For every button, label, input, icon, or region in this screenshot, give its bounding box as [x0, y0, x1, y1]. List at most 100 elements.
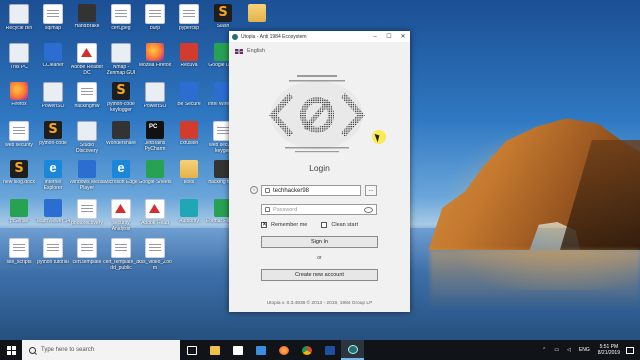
desktop-icon[interactable]: Wondershare [104, 119, 138, 159]
clean-start-box[interactable] [321, 222, 328, 228]
language-label: English [247, 48, 266, 54]
desktop-icon[interactable]: photorecovery [70, 197, 104, 237]
notification-center-icon[interactable] [626, 346, 634, 354]
desktop-icon[interactable]: Internet Explorer [36, 158, 70, 198]
mail-icon [255, 345, 266, 355]
desktop-icon-label: Firefox [11, 102, 27, 107]
desktop-icon[interactable]: Firefox [2, 80, 36, 120]
desktop-icon-image [146, 43, 164, 61]
desktop-icon[interactable]: new slog.docx [2, 158, 36, 198]
taskbar-search-box[interactable]: Type here to search [22, 340, 180, 360]
desktop-icon-label: new slog.docx [3, 180, 35, 185]
taskbar-firefox[interactable] [272, 340, 295, 360]
desktop-icon-label: PowerISO [41, 104, 65, 109]
desktop-icon[interactable]: Google Sheets [138, 158, 172, 198]
desktop-icon[interactable]: hackingmw [70, 80, 104, 120]
desktop-icon[interactable]: cert.template [70, 236, 104, 276]
desktop-icon[interactable]: Studio Discovery [70, 119, 104, 159]
maximize-button[interactable]: ☐ [382, 33, 396, 40]
desktop-icon-label: python-code [39, 141, 67, 146]
browse-button[interactable]: ... [365, 185, 377, 196]
desktop-icon[interactable]: Adobe Reader DC [70, 41, 104, 81]
close-button[interactable]: ✕ [396, 33, 410, 40]
username-field[interactable]: techhacker98 [261, 185, 361, 196]
tray-network-icon[interactable]: ▭ [554, 347, 559, 353]
desktop-icon[interactable]: PowerISO [138, 80, 172, 120]
desktop-icon-label: python-code keylogger [107, 102, 135, 113]
desktop-icon[interactable]: CCleaner [36, 41, 70, 81]
desktop-icon[interactable]: Adobe Read [138, 197, 172, 237]
taskbar-explorer[interactable] [203, 340, 226, 360]
start-button[interactable] [0, 340, 22, 360]
desktop-icon-image [44, 199, 62, 217]
version-footer: Utopia v. 0.3.4936 © 2013 - 2019, 1984 G… [266, 301, 373, 306]
tray-people-icon[interactable]: ⌃ [542, 347, 546, 353]
desktop-icon[interactable]: This PC [2, 41, 36, 81]
desktop-icon-label: cert.template [72, 260, 102, 265]
desktop-icon-label: CCleaner [42, 63, 64, 68]
file-explorer-icon [209, 345, 220, 355]
desktop-icon[interactable]: security Analysis [104, 197, 138, 237]
desktop-icon-label: Wondershare [106, 141, 136, 146]
desktop-icon[interactable]: PowerISO [36, 80, 70, 120]
desktop-icon-image [111, 43, 131, 63]
password-field[interactable]: Password [261, 204, 377, 215]
desktop-icon-image [10, 199, 28, 217]
clean-start-checkbox[interactable]: Clean start [321, 222, 358, 228]
desktop-icon[interactable]: python tutorial [36, 236, 70, 276]
title-bar[interactable]: Utopia - Anti 1984 Ecosystem – ☐ ✕ [229, 31, 410, 42]
desktop-icon[interactable]: TeamViewer 14 [36, 197, 70, 237]
desktop-icon-label: Recuva [180, 63, 198, 68]
desktop-icon[interactable]: Microsoft Edge [104, 158, 138, 198]
desktop-icon[interactable]: site_scripts [2, 236, 36, 276]
desktop-icon[interactable]: HandBrake [70, 2, 104, 42]
taskbar-powershell[interactable] [318, 340, 341, 360]
language-selector[interactable]: English [235, 48, 410, 54]
desktop-icon[interactable]: Be Secure [172, 80, 206, 120]
taskbar-chrome[interactable] [295, 340, 318, 360]
desktop-icon-label: Mozilla Firefox [138, 63, 172, 68]
desktop-icon[interactable]: cert_template_add_public [103, 236, 139, 276]
desktop-icon[interactable]: xss_video_Zoom [138, 236, 172, 276]
window-title: Utopia - Anti 1984 Ecosystem [241, 33, 307, 40]
remember-me-checkbox[interactable]: ✕ Remember me [261, 222, 307, 228]
desktop-icon[interactable]: Recycle Bin [2, 2, 36, 42]
taskbar-store[interactable] [226, 340, 249, 360]
desktop-icon[interactable]: cert.jpeg [104, 2, 138, 42]
user-file-icon [265, 188, 270, 193]
desktop-icon-image [111, 199, 131, 219]
info-icon[interactable]: i [250, 186, 258, 194]
desktop-icon[interactable]: cxfusion [172, 119, 206, 159]
show-password-icon[interactable] [364, 206, 373, 213]
taskbar-utopia[interactable] [341, 340, 364, 360]
desktop-icon[interactable]: burp [138, 2, 172, 42]
remember-me-box[interactable]: ✕ [261, 222, 267, 228]
desktop-icon[interactable]: Windows Media Player [69, 158, 105, 198]
desktop-icon[interactable]: pfSense [2, 197, 36, 237]
desktop-icon[interactable]: Recuva [172, 41, 206, 81]
tray-volume-icon[interactable]: ◁ [567, 347, 571, 353]
desktop-icon[interactable]: pyperclip [172, 2, 206, 42]
desktop-icon[interactable]: Mozilla Firefox [138, 41, 172, 81]
desktop-icon[interactable]: web security [2, 119, 36, 159]
taskbar-mail[interactable] [249, 340, 272, 360]
desktop-icon-image [77, 82, 97, 102]
desktop-icon[interactable]: sqlmap [36, 2, 70, 42]
desktop-icon[interactable]: Authority [172, 197, 206, 237]
desktop-icon-label: TeamViewer 14 [35, 219, 71, 224]
desktop-icon[interactable]: python-code keylogger [104, 80, 138, 120]
desktop-icon[interactable]: Nmap - Zenmap GUI [104, 41, 138, 81]
desktop-icon-image [77, 238, 97, 258]
taskbar-clock[interactable]: 5:51 PM 8/21/2019 [598, 344, 620, 356]
minimize-button[interactable]: – [368, 34, 382, 40]
desktop-icon[interactable]: JetBrains PyCharm [138, 119, 172, 159]
desktop-icon-image [10, 160, 28, 178]
desktop-icon[interactable]: texts [172, 158, 206, 198]
tray-language[interactable]: ENG [579, 347, 590, 353]
sign-in-button[interactable]: Sign In [261, 236, 378, 248]
desktop-icon[interactable]: python-code [36, 119, 70, 159]
create-account-button[interactable]: Create new account [261, 269, 378, 281]
wallpaper-reflection [430, 250, 640, 310]
task-view-button[interactable] [180, 340, 203, 360]
desktop-icon-grid: Recycle Bin sqlmap HandBrake cert.jpeg burp p… [0, 0, 275, 340]
